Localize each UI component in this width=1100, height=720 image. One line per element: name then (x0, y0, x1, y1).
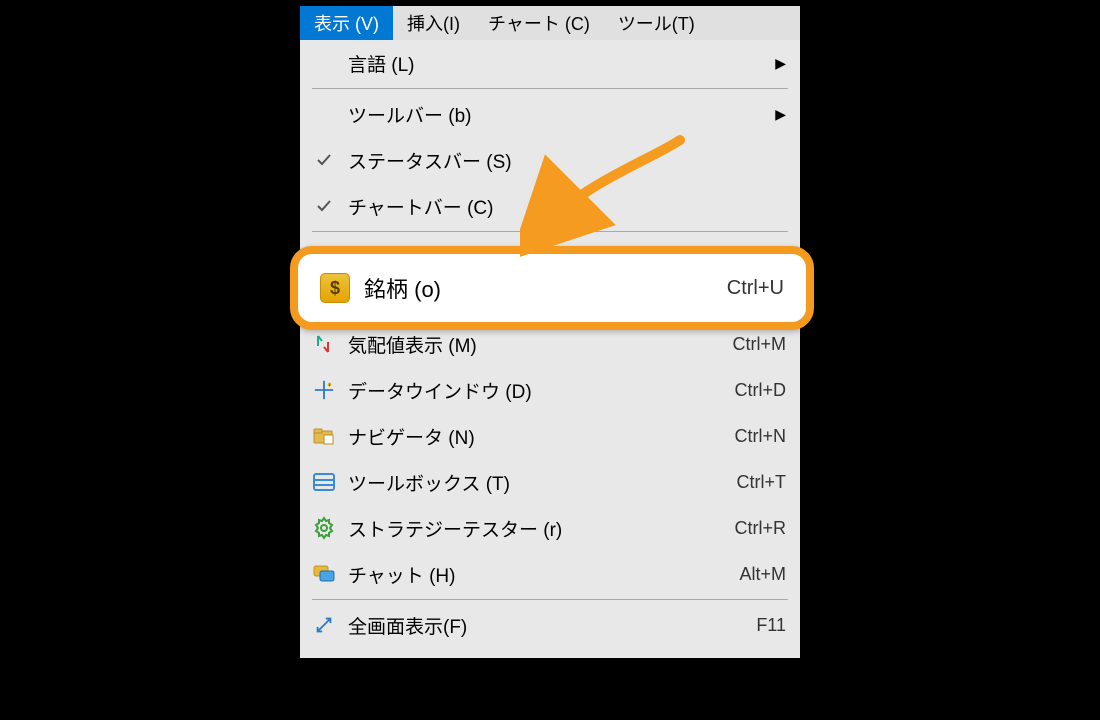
dollar-icon: $ (320, 273, 350, 303)
quotes-icon (310, 330, 338, 358)
menuitem-language[interactable]: 言語 (L) ▶ (300, 40, 800, 86)
menu-view[interactable]: 表示 (V) (300, 6, 393, 40)
menuitem-strategy-tester[interactable]: ストラテジーテスター (r) Ctrl+R (300, 505, 800, 551)
menubar: 表示 (V) 挿入(I) チャート (C) ツール(T) (300, 6, 800, 40)
app-panel: 表示 (V) 挿入(I) チャート (C) ツール(T) 言語 (L) ▶ ツー… (300, 6, 800, 658)
menuitem-navigator[interactable]: ナビゲータ (N) Ctrl+N (300, 413, 800, 459)
check-icon (310, 146, 338, 174)
menuitem-data-window[interactable]: i データウインドウ (D) Ctrl+D (300, 367, 800, 413)
toolbox-icon (310, 468, 338, 496)
crosshair-icon: i (310, 376, 338, 404)
folder-icon (310, 422, 338, 450)
gear-icon (310, 514, 338, 542)
menu-tool[interactable]: ツール(T) (604, 6, 709, 40)
highlight-symbols[interactable]: $ 銘柄 (o) Ctrl+U (290, 246, 814, 330)
chevron-right-icon: ▶ (775, 55, 786, 72)
view-dropdown: 言語 (L) ▶ ツールバー (b) ▶ ステータスバー (S) チャートバー … (300, 40, 800, 658)
chat-icon (310, 560, 338, 588)
check-icon (310, 192, 338, 220)
svg-text:i: i (329, 382, 330, 387)
menuitem-chartbar[interactable]: チャートバー (C) (300, 183, 800, 229)
menu-insert[interactable]: 挿入(I) (393, 6, 474, 40)
menuitem-statusbar[interactable]: ステータスバー (S) (300, 137, 800, 183)
blank-icon (310, 100, 338, 128)
divider (312, 599, 788, 600)
menu-chart[interactable]: チャート (C) (474, 6, 604, 40)
menuitem-toolbox[interactable]: ツールボックス (T) Ctrl+T (300, 459, 800, 505)
menuitem-toolbar[interactable]: ツールバー (b) ▶ (300, 91, 800, 137)
divider (312, 88, 788, 89)
menuitem-fullscreen[interactable]: 全画面表示(F) F11 (300, 602, 800, 648)
blank-icon (310, 49, 338, 77)
menuitem-chat[interactable]: チャット (H) Alt+M (300, 551, 800, 597)
fullscreen-icon (310, 611, 338, 639)
divider (312, 231, 788, 232)
chevron-right-icon: ▶ (775, 106, 786, 123)
